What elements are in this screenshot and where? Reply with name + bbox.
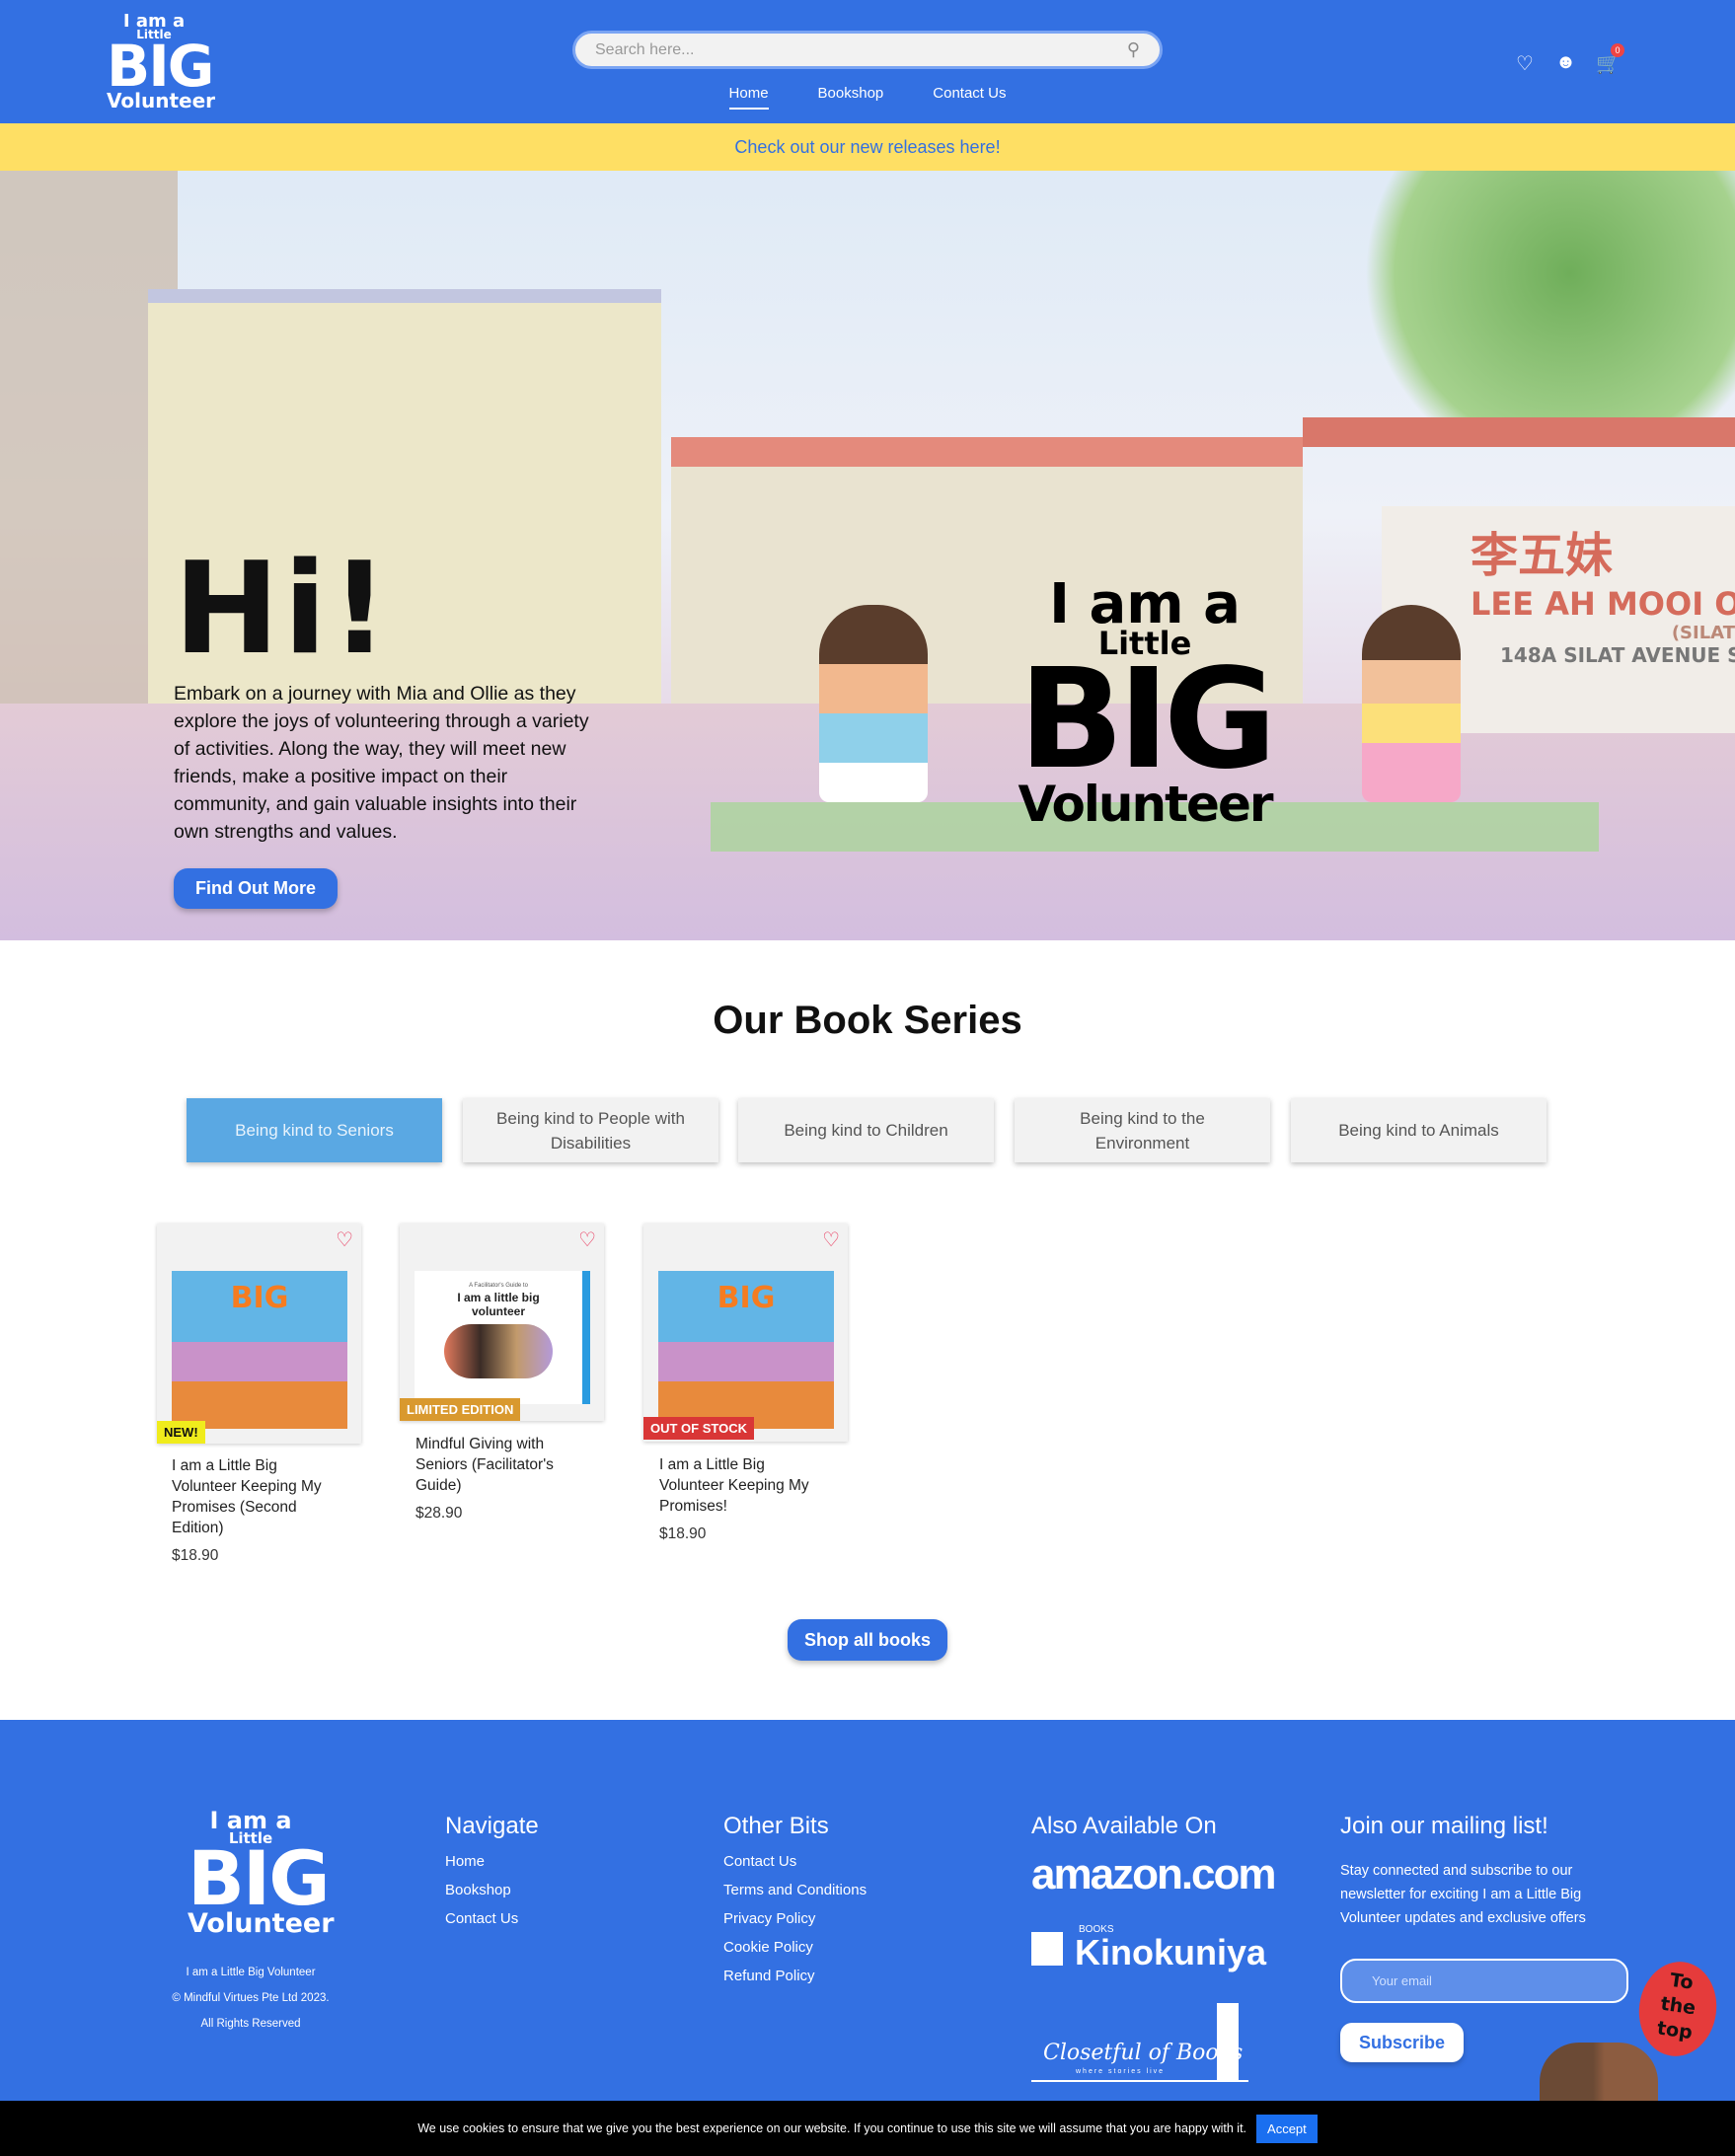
product-price: $18.90 — [659, 1525, 707, 1542]
girl-character-illustration — [1362, 605, 1461, 802]
new-badge: NEW! — [157, 1421, 205, 1444]
cookie-accept-button[interactable]: Accept — [1256, 2114, 1318, 2143]
footer-navigate-heading: Navigate — [445, 1813, 539, 1839]
out-of-stock-badge: OUT OF STOCK — [643, 1417, 754, 1440]
closetful-of-books-logo[interactable]: Closetful of Books where stories live — [1031, 2003, 1248, 2082]
site-header: I am a Little BIG Volunteer Search here.… — [0, 0, 1735, 123]
footer-mailing-heading: Join our mailing list! — [1340, 1813, 1548, 1839]
product-price: $18.90 — [172, 1547, 219, 1564]
kinokuniya-mark-icon — [1031, 1932, 1063, 1966]
user-account-icon[interactable]: ☻ — [1555, 51, 1576, 74]
wishlist-heart-icon[interactable]: ♡ — [822, 1227, 840, 1252]
characters-illustration — [444, 1324, 553, 1378]
footer-link-refund[interactable]: Refund Policy — [723, 1962, 867, 1990]
footer-other-heading: Other Bits — [723, 1813, 829, 1839]
product-card[interactable]: ♡ BIG NEW! — [157, 1224, 361, 1444]
product-price: $28.90 — [415, 1505, 463, 1522]
nav-contact[interactable]: Contact Us — [933, 85, 1006, 110]
search-input[interactable]: Search here... ⚲ — [572, 31, 1163, 69]
wishlist-heart-icon[interactable]: ♡ — [336, 1227, 353, 1252]
footer-link-contact[interactable]: Contact Us — [445, 1904, 518, 1933]
hero-description: Embark on a journey with Mia and Ollie a… — [174, 683, 589, 843]
hero-greeting: Hi! — [174, 536, 393, 683]
amazon-logo[interactable]: amazon.com — [1031, 1850, 1277, 1899]
book-cover-image: BIG — [658, 1271, 834, 1429]
find-out-more-button[interactable]: Find Out More — [174, 868, 338, 909]
product-info: I am a Little Big Volunteer Keeping My P… — [172, 1455, 339, 1565]
roof-illustration — [1303, 417, 1735, 447]
subscribe-button[interactable]: Subscribe — [1340, 2023, 1464, 2062]
product-card[interactable]: ♡ A Facilitator's Guide to I am a little… — [400, 1224, 604, 1421]
boy-character-illustration — [819, 605, 928, 802]
main-nav: Home Bookshop Contact Us — [0, 85, 1735, 110]
footer-link-privacy[interactable]: Privacy Policy — [723, 1904, 867, 1933]
cookie-message: We use cookies to ensure that we give yo… — [417, 2121, 1247, 2135]
limited-edition-badge: LIMITED EDITION — [400, 1398, 521, 1421]
shop-all-books-button[interactable]: Shop all books — [788, 1619, 947, 1661]
footer-link-terms[interactable]: Terms and Conditions — [723, 1876, 867, 1904]
book-cover-image: BIG — [172, 1271, 347, 1429]
footer-also-heading: Also Available On — [1031, 1813, 1217, 1839]
product-title[interactable]: I am a Little Big Volunteer Keeping My P… — [172, 1455, 339, 1538]
wishlist-heart-icon[interactable]: ♡ — [578, 1227, 596, 1252]
hero-brand-logo: I am a Little BIG Volunteer — [1018, 572, 1276, 834]
tab-seniors[interactable]: Being kind to Seniors — [187, 1098, 442, 1162]
tab-environment[interactable]: Being kind to the Environment — [1015, 1098, 1270, 1162]
kids-mascot-illustration — [1540, 2043, 1658, 2101]
footer-link-cookie[interactable]: Cookie Policy — [723, 1933, 867, 1962]
cart-count-badge: 0 — [1611, 43, 1624, 57]
promo-banner[interactable]: Check out our new releases here! — [0, 123, 1735, 171]
product-title[interactable]: I am a Little Big Volunteer Keeping My P… — [659, 1454, 827, 1517]
footer-link-bookshop[interactable]: Bookshop — [445, 1876, 518, 1904]
kinokuniya-logo[interactable]: BOOKS Kinokuniya — [1031, 1924, 1266, 1973]
wishlist-heart-icon[interactable]: ♡ — [1516, 51, 1534, 76]
footer-about: I am a Little Big Volunteer © Mindful Vi… — [172, 1967, 330, 2030]
tree-foliage-illustration — [1322, 171, 1735, 427]
footer-navigate-links: Home Bookshop Contact Us — [445, 1847, 518, 1933]
product-info: I am a Little Big Volunteer Keeping My P… — [659, 1454, 827, 1543]
product-info: Mindful Giving with Seniors (Facilitator… — [415, 1434, 583, 1523]
tab-animals[interactable]: Being kind to Animals — [1291, 1098, 1546, 1162]
email-input[interactable]: Your email — [1340, 1959, 1628, 2003]
tab-disabilities[interactable]: Being kind to People with Disabilities — [463, 1098, 718, 1162]
tab-children[interactable]: Being kind to Children — [738, 1098, 994, 1162]
cookie-banner: We use cookies to ensure that we give yo… — [0, 2101, 1735, 2156]
footer-logo[interactable]: I am a Little BIG Volunteer — [188, 1809, 335, 1937]
product-card[interactable]: ♡ BIG OUT OF STOCK — [643, 1224, 848, 1442]
mailing-description: Stay connected and subscribe to our news… — [1340, 1863, 1586, 1926]
nav-bookshop[interactable]: Bookshop — [818, 85, 884, 110]
footer-other-links: Contact Us Terms and Conditions Privacy … — [723, 1847, 867, 1990]
nav-home[interactable]: Home — [728, 85, 769, 110]
product-title[interactable]: Mindful Giving with Seniors (Facilitator… — [415, 1434, 583, 1496]
search-icon[interactable]: ⚲ — [1127, 39, 1140, 60]
hero-section: 李五妹 LEE AH MOOI OL (SILAT 148A SILAT AVE… — [0, 171, 1735, 940]
footer-link-contact[interactable]: Contact Us — [723, 1847, 867, 1876]
footer-link-home[interactable]: Home — [445, 1847, 518, 1876]
section-title: Our Book Series — [713, 999, 1022, 1042]
book-cover-image: A Facilitator's Guide to I am a little b… — [415, 1271, 590, 1404]
